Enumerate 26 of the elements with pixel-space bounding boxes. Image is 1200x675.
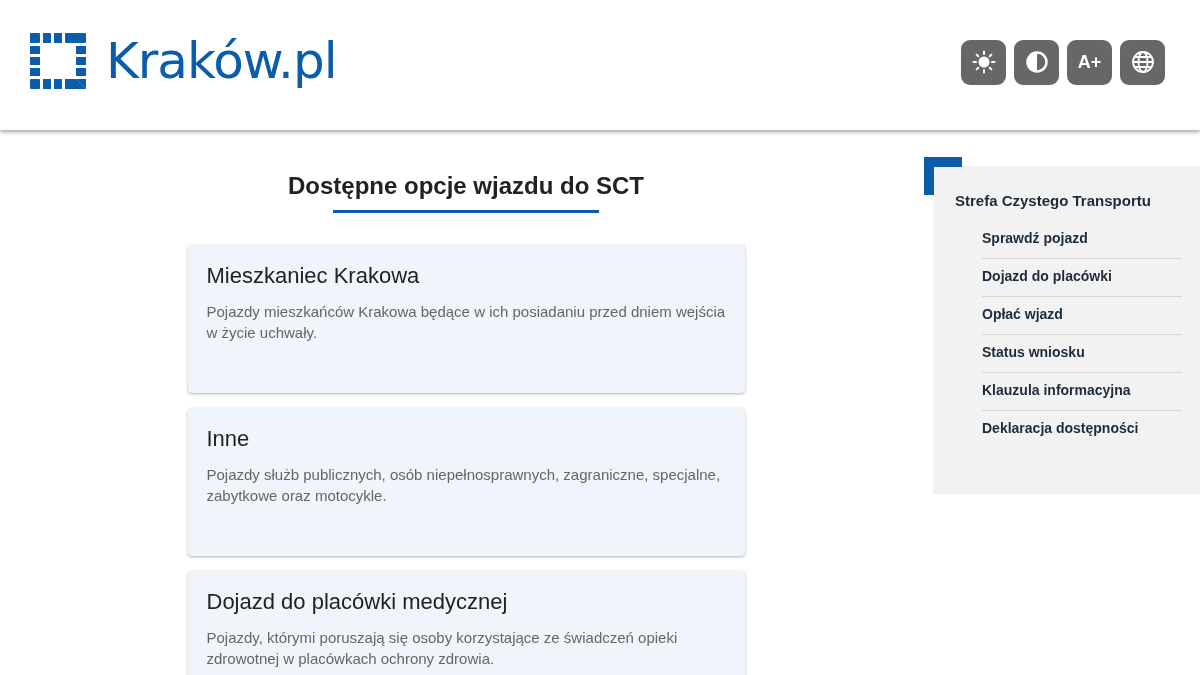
card-description: Pojazdy, którymi poruszają się osoby korzystające ze świadczeń opieki zdrowotnej w placówkach ochrony zdrowia.	[206, 628, 679, 669]
card-title: Inne	[206, 426, 251, 452]
option-card[interactable]: Inne Pojazdy służb publicznych, osób niepełnosprawnych, zagraniczne, specjalne, zabytkowe oraz motocykle.	[187, 408, 745, 556]
font-size-button[interactable]: A+	[1067, 39, 1112, 85]
sidebar-link[interactable]: Deklaracja dostępności	[982, 411, 1182, 448]
page-heading: Dostępne opcje wjazdu do SCT	[288, 172, 644, 200]
site-logo[interactable]: Kraków.pl	[30, 32, 337, 90]
sidebar-link[interactable]: Klauzula informacyjna	[982, 373, 1182, 411]
option-card[interactable]: Dojazd do placówki medycznej Pojazdy, którymi poruszają się osoby korzystające ze świadczeń opieki zdrowotnej w placówkach ochrony zdrowia.	[187, 571, 745, 675]
logo-icon	[30, 33, 86, 89]
option-card[interactable]: Mieszkaniec Krakowa Pojazdy mieszkańców Krakowa będące w ich posiadaniu przed dniem wejścia w życie uchwały.	[187, 245, 745, 393]
card-title: Mieszkaniec Krakowa	[206, 263, 421, 289]
card-title: Dojazd do placówki medycznej	[206, 589, 509, 615]
sidebar-link[interactable]: Opłać wjazd	[982, 297, 1182, 335]
card-description: Pojazdy służb publicznych, osób niepełnosprawnych, zagraniczne, specjalne, zabytkowe oraz motocykle.	[206, 465, 722, 506]
globe-icon	[1130, 50, 1155, 74]
sidebar-link[interactable]: Dojazd do placówki	[982, 259, 1182, 297]
brightness-button[interactable]	[961, 39, 1006, 85]
sidebar-link[interactable]: Sprawdź pojazd	[982, 221, 1182, 259]
sidebar-title: Strefa Czystego Transportu	[955, 192, 1152, 209]
sun-icon	[971, 50, 996, 74]
sidebar-link[interactable]: Status wniosku	[982, 335, 1182, 373]
contrast-icon	[1024, 50, 1049, 74]
contrast-button[interactable]	[1014, 39, 1059, 85]
card-description: Pojazdy mieszkańców Krakowa będące w ich posiadaniu przed dniem wejścia w życie uchwały.	[206, 302, 726, 343]
language-button[interactable]	[1120, 39, 1165, 85]
